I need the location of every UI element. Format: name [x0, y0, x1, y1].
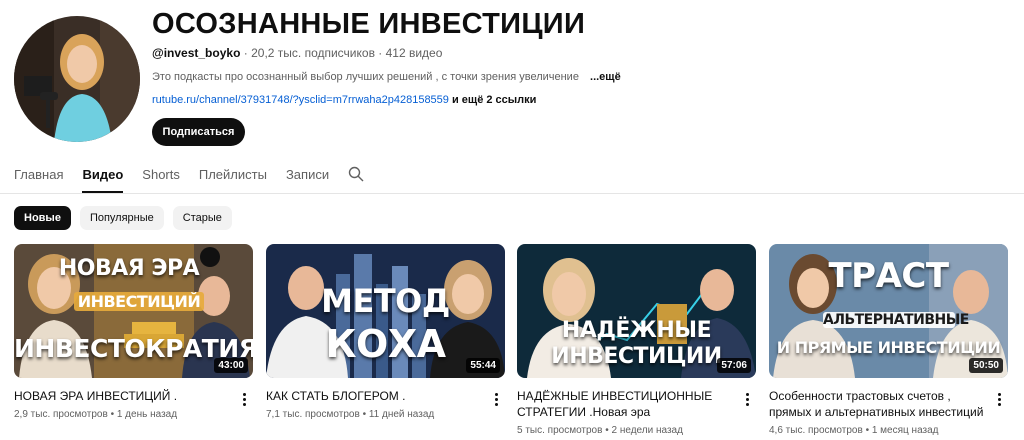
channel-description[interactable]: Это подкасты про осознанный выбор лучших… [152, 71, 621, 83]
thumbnail-text: НАДЁЖНЫЕ [561, 318, 712, 343]
more-vert-icon[interactable] [237, 390, 251, 408]
video-duration: 43:00 [214, 358, 248, 373]
avatar-image [14, 16, 140, 142]
video-views: 2,9 тыс. просмотров [14, 409, 108, 420]
channel-title: ОСОЗНАННЫЕ ИНВЕСТИЦИИ [152, 8, 586, 40]
video-meta: 5 тыс. просмотров • 2 недели назад [517, 425, 756, 436]
video-age: 1 день назад [116, 409, 178, 420]
video-title[interactable]: Особенности трастовых счетов , прямых и … [769, 388, 1008, 420]
video-views: 5 тыс. просмотров [517, 425, 603, 436]
video-meta: 2,9 тыс. просмотров • 1 день назад [14, 409, 253, 420]
chip-newest[interactable]: Новые [14, 206, 71, 230]
video-thumbnail[interactable]: НОВАЯ ЭРА ИНВЕСТИЦИЙ ИНВЕСТОКРАТИЯ 43:00 [14, 244, 253, 378]
thumbnail-text: ТРАСТ [828, 256, 949, 296]
more-vert-icon[interactable] [992, 390, 1006, 408]
video-thumbnail[interactable]: МЕТОД КОХА 55:44 [266, 244, 505, 378]
description-more-link[interactable]: ...ещё [590, 71, 621, 83]
channel-link[interactable]: rutube.ru/channel/37931748/?ysclid=m7rrw… [152, 94, 449, 106]
tab-videos[interactable]: Видео [82, 158, 124, 193]
video-views: 7,1 тыс. просмотров [266, 409, 360, 420]
video-title[interactable]: КАК СТАТЬ БЛОГЕРОМ . [266, 388, 505, 404]
video-age: 2 недели назад [611, 425, 683, 436]
chip-oldest[interactable]: Старые [172, 206, 232, 230]
thumbnail-text: И ПРЯМЫЕ ИНВЕСТИЦИИ [776, 338, 1001, 357]
video-duration: 57:06 [717, 358, 751, 373]
video-duration: 55:44 [466, 358, 500, 373]
channel-tabs: Главная Видео Shorts Плейлисты Записи [14, 158, 348, 194]
channel-links: rutube.ru/channel/37931748/?ysclid=m7rrw… [152, 94, 536, 106]
search-icon[interactable] [348, 166, 364, 182]
chip-popular[interactable]: Популярные [79, 206, 164, 230]
tabs-divider [0, 193, 1024, 194]
video-title[interactable]: НОВАЯ ЭРА ИНВЕСТИЦИЙ . [14, 388, 253, 404]
sort-chips: Новые Популярные Старые [14, 206, 232, 230]
video-card[interactable]: НАДЁЖНЫЕ ИНВЕСТИЦИИ 57:06 НАДЁЖНЫЕ ИНВЕС… [517, 244, 756, 436]
video-card[interactable]: ТРАСТ АЛЬТЕРНАТИВНЫЕ И ПРЯМЫЕ ИНВЕСТИЦИИ… [769, 244, 1008, 436]
video-thumbnail[interactable]: НАДЁЖНЫЕ ИНВЕСТИЦИИ 57:06 [517, 244, 756, 378]
channel-handle: @invest_boyko [152, 46, 241, 60]
tab-home[interactable]: Главная [14, 158, 63, 193]
video-age: 11 дней назад [368, 409, 435, 420]
thumbnail-text: НОВАЯ ЭРА [58, 256, 200, 281]
channel-meta: @invest_boyko · 20,2 тыс. подписчиков · … [152, 46, 442, 60]
video-meta: 4,6 тыс. просмотров • 1 месяц назад [769, 425, 1008, 436]
tab-posts[interactable]: Записи [286, 158, 329, 193]
video-views: 4,6 тыс. просмотров [769, 425, 863, 436]
video-count: 412 видео [385, 46, 443, 60]
video-card[interactable]: НОВАЯ ЭРА ИНВЕСТИЦИЙ ИНВЕСТОКРАТИЯ 43:00… [14, 244, 253, 420]
tab-shorts[interactable]: Shorts [142, 158, 180, 193]
more-vert-icon[interactable] [489, 390, 503, 408]
more-links-button[interactable]: и ещё 2 ссылки [452, 94, 536, 106]
video-duration: 50:50 [969, 358, 1003, 373]
thumbnail-text: АЛЬТЕРНАТИВНЫЕ [823, 312, 969, 328]
channel-avatar[interactable] [14, 16, 140, 142]
meta-separator: · [243, 46, 252, 60]
video-meta: 7,1 тыс. просмотров • 11 дней назад [266, 409, 505, 420]
meta-separator: · [378, 46, 386, 60]
video-thumbnail[interactable]: ТРАСТ АЛЬТЕРНАТИВНЫЕ И ПРЯМЫЕ ИНВЕСТИЦИИ… [769, 244, 1008, 378]
tab-playlists[interactable]: Плейлисты [199, 158, 267, 193]
description-text: Это подкасты про осознанный выбор лучших… [152, 71, 579, 83]
subscribe-button[interactable]: Подписаться [152, 118, 245, 146]
thumbnail-text: ИНВЕСТИЦИЙ [74, 292, 204, 311]
video-card[interactable]: МЕТОД КОХА 55:44 КАК СТАТЬ БЛОГЕРОМ . 7,… [266, 244, 505, 420]
video-age: 1 месяц назад [871, 425, 939, 436]
more-vert-icon[interactable] [740, 390, 754, 408]
thumbnail-text: МЕТОД [321, 282, 450, 320]
subscriber-count: 20,2 тыс. подписчиков [251, 46, 375, 60]
video-title[interactable]: НАДЁЖНЫЕ ИНВЕСТИЦИОННЫЕ СТРАТЕГИИ .Новая… [517, 388, 756, 420]
